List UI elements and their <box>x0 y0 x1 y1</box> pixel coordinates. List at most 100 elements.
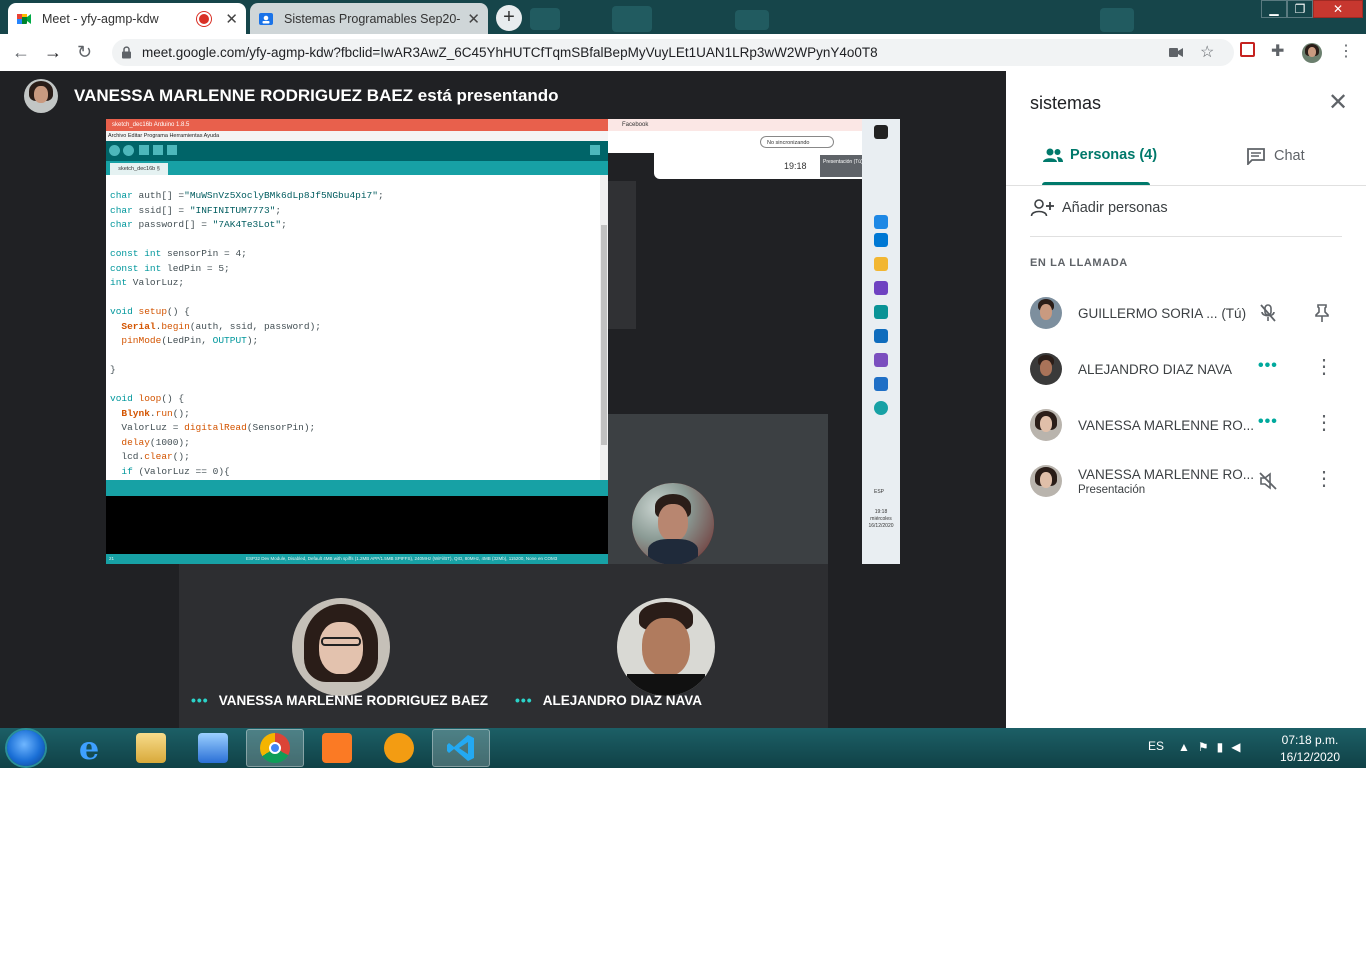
extensions-puzzle-icon[interactable]: ✚ <box>1271 41 1284 61</box>
participant-subtitle: Presentación <box>1078 484 1146 496</box>
browser-window-2-tab: Facebook <box>608 119 862 131</box>
upload-icon <box>123 145 134 156</box>
tab-people[interactable]: Personas (4) <box>1042 147 1157 163</box>
taskbar-media[interactable] <box>184 729 242 767</box>
divider <box>1006 185 1366 186</box>
app-icon <box>874 233 888 247</box>
chrome-icon <box>260 733 290 763</box>
more-options-icon[interactable]: ⋮ <box>1314 469 1334 489</box>
presenter-bar: VANESSA MARLENNE RODRIGUEZ BAEZ está pre… <box>24 79 559 113</box>
menu-dots-icon[interactable]: ⋮ <box>1338 41 1354 61</box>
participant-name: GUILLERMO SORIA ... (Tú) <box>1078 306 1247 321</box>
taskbar-chrome[interactable] <box>246 729 304 767</box>
tab-chat[interactable]: Chat <box>1246 147 1305 165</box>
clock-time[interactable]: 07:18 p.m. <box>1270 733 1350 747</box>
omnibox[interactable]: meet.google.com/yfy-agmp-kdw?fbclid=IwAR… <box>112 39 1234 66</box>
section-heading: EN LA LLAMADA <box>1030 257 1128 269</box>
pin-icon[interactable] <box>1314 303 1330 323</box>
classroom-icon <box>259 12 273 25</box>
close-tab-icon[interactable]: ✕ <box>225 10 238 28</box>
forward-icon[interactable]: → <box>44 42 62 63</box>
reload-icon[interactable]: ↻ <box>77 42 92 63</box>
tile-name-alejandro: ••• ALEJANDRO DIAZ NAVA <box>515 692 702 708</box>
tab-title: Sistemas Programables Sep20-Er <box>284 11 462 26</box>
mini-time: 19:18 <box>784 161 807 171</box>
taskbar-app[interactable] <box>370 729 428 767</box>
close-tab-icon[interactable]: ✕ <box>467 10 480 28</box>
desktop-background <box>1100 8 1134 32</box>
arduino-board-info: ESP32 Dev Module, Disabled, Default 4MB … <box>246 556 558 561</box>
meet-main-area: VANESSA MARLENNE RODRIGUEZ BAEZ está pre… <box>0 71 1006 728</box>
taskbar-vscode[interactable] <box>432 729 490 767</box>
code-line: const int sensorPin = 4; <box>110 248 247 259</box>
minimize-button[interactable]: ▁ <box>1261 0 1287 18</box>
desktop-background <box>735 10 769 30</box>
code-line: ValorLuz = digitalRead(SensorPin); <box>110 422 316 433</box>
camera-icon[interactable] <box>1169 47 1183 58</box>
code-editor: char auth[] ="MuWSnVz5XoclyBMk6dLp8Jf5NG… <box>106 175 600 480</box>
mini-presentation: Presentación (Tú) <box>820 155 866 177</box>
arduino-tabbar: sketch_dec16b § <box>106 161 608 175</box>
extension-icon[interactable] <box>1240 42 1255 57</box>
more-options-icon[interactable]: ⋮ <box>1314 413 1334 433</box>
remote-vertical-taskbar: ESP 19:18 miércoles 16/12/2020 <box>862 119 900 564</box>
profile-avatar[interactable] <box>1302 43 1322 63</box>
tray-icons[interactable]: ▲⚑▮◀ <box>1178 740 1248 754</box>
mini-meet-toolbar: 19:18 Presentación (Tú) Tú <box>654 153 874 179</box>
tab-title: Meet - yfy-agmp-kdw <box>42 11 159 26</box>
taskbar-explorer[interactable] <box>122 729 180 767</box>
arduino-sketch-tab: sketch_dec16b § <box>110 163 168 175</box>
code-line: delay(1000); <box>121 436 190 448</box>
more-options-icon[interactable]: ⋮ <box>1314 357 1334 377</box>
new-sketch-icon <box>139 145 149 155</box>
arduino-status-bar <box>106 480 608 496</box>
close-panel-icon[interactable]: ✕ <box>1328 91 1348 115</box>
start-button[interactable] <box>7 730 45 766</box>
maximize-button[interactable]: ❐ <box>1287 0 1313 18</box>
new-tab-button[interactable]: + <box>496 5 522 31</box>
editor-scrollbar <box>600 175 608 480</box>
participant-row: ALEJANDRO DIAZ NAVA ••• ⋮ <box>1030 349 1350 389</box>
clock-date[interactable]: 16/12/2020 <box>1270 750 1350 764</box>
back-icon[interactable]: ← <box>12 42 30 63</box>
taskbar-xampp[interactable] <box>308 729 366 767</box>
participant-avatar <box>1030 297 1062 329</box>
presenter-avatar <box>24 79 58 113</box>
taskbar-internet-explorer[interactable]: e <box>60 729 118 767</box>
language-indicator[interactable]: ES <box>1148 739 1164 753</box>
lock-icon[interactable] <box>121 46 132 59</box>
edge-icon <box>874 329 888 343</box>
folder-icon <box>136 733 166 763</box>
tab-people-label: Personas (4) <box>1070 147 1158 163</box>
address-toolbar: ← → ↻ meet.google.com/yfy-agmp-kdw?fbcli… <box>0 34 1366 72</box>
people-icon <box>1043 148 1063 162</box>
speaking-indicator-icon: ••• <box>1258 413 1278 430</box>
app-icon <box>874 305 888 319</box>
browser-tab-strip: Meet - yfy-agmp-kdw ✕ Sistemas Programab… <box>0 0 1366 34</box>
code-line: pinMode(LedPin, OUTPUT); <box>121 335 259 346</box>
code-line: Blynk.run(); <box>121 407 190 419</box>
bookmark-star-icon[interactable]: ☆ <box>1200 42 1214 62</box>
participant-name: VANESSA MARLENNE RO... <box>1078 467 1255 482</box>
tab-classroom[interactable]: Sistemas Programables Sep20-Er ✕ <box>250 3 488 34</box>
vscode-icon <box>874 377 888 391</box>
participant-row: GUILLERMO SORIA ... (Tú) <box>1030 293 1350 333</box>
app-icon <box>874 215 888 229</box>
tab-meet[interactable]: Meet - yfy-agmp-kdw ✕ <box>8 3 246 34</box>
browser-window-2-toolbar: No sincronizando <box>608 131 862 153</box>
arduino-titlebar: sketch_dec16b Arduino 1.8.5 <box>106 119 608 131</box>
code-line: } <box>110 364 116 375</box>
tile-name-vanessa: ••• VANESSA MARLENNE RODRIGUEZ BAEZ <box>191 692 488 708</box>
mini-participant-tile <box>608 181 636 329</box>
media-player-icon <box>198 733 228 763</box>
recording-icon <box>197 11 212 26</box>
add-people-button[interactable]: Añadir personas <box>1030 199 1168 217</box>
close-window-button[interactable]: ✕ <box>1313 0 1363 18</box>
vscode-icon <box>446 733 476 763</box>
arduino-console <box>106 496 608 554</box>
code-line: if (ValorLuz == 0){ <box>121 465 230 477</box>
